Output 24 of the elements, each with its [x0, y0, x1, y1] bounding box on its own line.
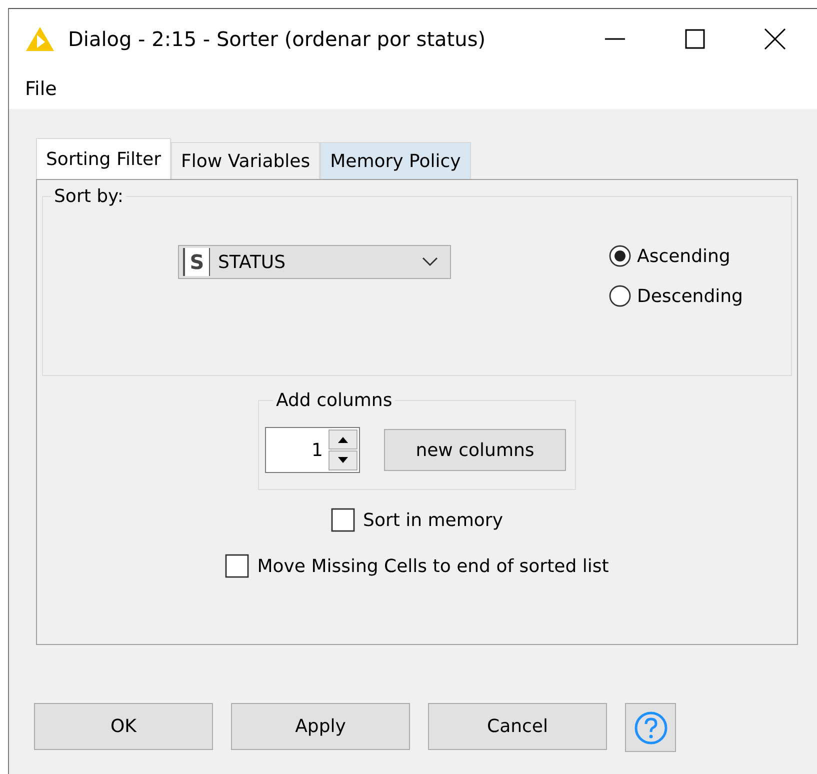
- menu-item[interactable]: File: [24, 78, 58, 100]
- window-title: Dialog - 2:15 - Sorter (ordenar por status): [68, 27, 487, 51]
- help-icon: [632, 710, 668, 746]
- dialog-button[interactable]: OK: [34, 703, 213, 750]
- new-columns-button[interactable]: new columns: [384, 429, 566, 471]
- checkbox[interactable]: [225, 554, 250, 578]
- dialog-button[interactable]: Apply: [231, 703, 410, 750]
- checkbox[interactable]: [331, 508, 356, 532]
- column-dropdown[interactable]: S STATUS: [178, 245, 451, 279]
- string-type-icon: S: [183, 248, 210, 276]
- checkbox-label: Move Missing Cells to end of sorted list: [257, 556, 609, 576]
- group-label: Add columns: [275, 390, 394, 411]
- column-count-spinner[interactable]: 1: [265, 427, 360, 473]
- group-label: Sort by:: [53, 186, 124, 207]
- tab[interactable]: Flow Variables: [171, 142, 320, 179]
- dialog-button[interactable]: Cancel: [428, 703, 607, 750]
- tab[interactable]: Memory Policy: [320, 142, 471, 179]
- sort-order-radio[interactable]: Descending: [609, 285, 743, 307]
- sort-order-radio[interactable]: Ascending: [609, 245, 743, 267]
- warning-triangle-icon: [25, 26, 55, 52]
- spinner-arrows-icon[interactable]: [327, 428, 359, 472]
- checkbox-label: Sort in memory: [363, 510, 503, 530]
- caret-icon: [422, 257, 438, 267]
- tab[interactable]: Sorting Filter: [36, 138, 172, 179]
